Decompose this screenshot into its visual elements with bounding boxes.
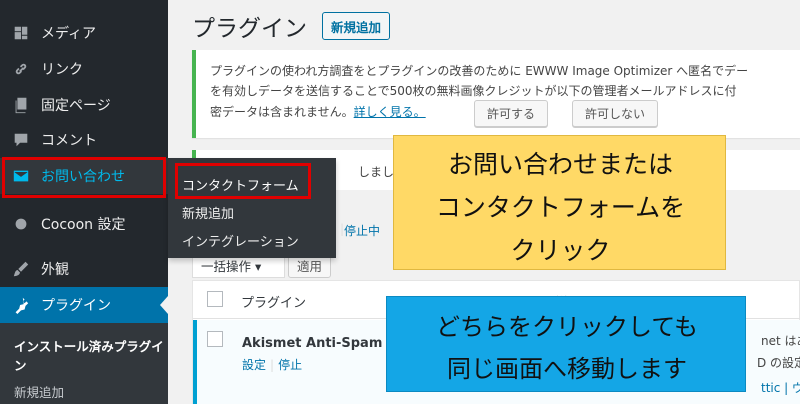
sidebar-item-pages[interactable]: 固定ページ xyxy=(0,87,168,123)
description-link[interactable]: ttic | ヴ xyxy=(761,379,800,396)
row-checkbox[interactable] xyxy=(207,331,223,347)
filter-inactive-link[interactable]: 停止中 xyxy=(344,222,380,239)
sidebar-item-label: プラグイン xyxy=(41,298,111,314)
highlight-box-contact xyxy=(2,157,166,198)
paintbrush-icon xyxy=(10,258,32,280)
flyout-item-integration[interactable]: インテグレーション xyxy=(182,231,299,250)
sidebar-item-comments[interactable]: コメント xyxy=(0,122,168,158)
circle-icon xyxy=(10,213,32,235)
ewww-notice: プラグインの使われ方調査をとプラグインの改善のために EWWW Image Op… xyxy=(192,50,800,138)
plugin-icon xyxy=(10,294,32,316)
sidebar-item-label: メディア xyxy=(41,26,97,42)
link-icon xyxy=(10,58,32,80)
sidebar-item-label: Cocoon 設定 xyxy=(41,217,126,233)
description-text: D の設定は xyxy=(757,356,800,370)
sidebar-item-label: 外観 xyxy=(41,262,69,278)
plugins-submenu: インストール済みプラグイン 新規追加 xyxy=(0,323,168,404)
callout-line: クリック xyxy=(510,236,611,265)
instruction-callout-yellow: お問い合わせまたは コンタクトフォームを クリック xyxy=(393,135,726,270)
notice-text-line: プラグインの使われ方調査をとプラグインの改善のために EWWW Image Op… xyxy=(210,64,749,78)
notice-text-line: 密データは含まれません。詳しく見る。 xyxy=(210,103,426,120)
comment-icon xyxy=(10,129,32,151)
learn-more-link[interactable]: 詳しく見る。 xyxy=(354,105,426,119)
sidebar-item-cocoon[interactable]: Cocoon 設定 xyxy=(0,206,168,242)
plugin-name: Akismet Anti-Spam (ア xyxy=(242,336,406,351)
row-actions: 設定 | 停止 xyxy=(242,356,302,373)
sidebar-item-label: リンク xyxy=(41,62,83,78)
sidebar-item-media[interactable]: メディア xyxy=(0,15,168,51)
pages-icon xyxy=(10,94,32,116)
sidebar-item-links[interactable]: リンク xyxy=(0,51,168,87)
notice-text: 密データは含まれません。 xyxy=(210,105,354,119)
column-header-plugin[interactable]: プラグイン xyxy=(241,292,306,311)
action-separator: | xyxy=(270,358,275,372)
instruction-callout-blue: どちらをクリックしても 同じ画面へ移動します xyxy=(386,296,746,392)
callout-line: どちらをクリックしても xyxy=(435,313,699,341)
callout-line: お問い合わせまたは xyxy=(447,150,673,179)
callout-line: コンタクトフォームを xyxy=(435,193,686,222)
deny-button[interactable]: 許可しない xyxy=(572,100,659,127)
flyout-item-add-new[interactable]: 新規追加 xyxy=(182,203,234,222)
notice-text-line: を有効しデータを送信することで500枚の無料画像クレジットが以下の管理者メールア… xyxy=(210,84,737,98)
current-menu-arrow xyxy=(160,296,168,314)
add-new-plugin-button[interactable]: 新規追加 xyxy=(322,12,391,40)
allow-button[interactable]: 許可する xyxy=(474,100,549,127)
sidebar-item-appearance[interactable]: 外観 xyxy=(0,251,168,287)
sidebar-item-label: 固定ページ xyxy=(41,98,111,114)
page-title: プラグイン xyxy=(192,16,307,42)
submenu-add-new[interactable]: 新規追加 xyxy=(14,382,64,401)
deactivate-link[interactable]: 停止 xyxy=(278,358,302,372)
submenu-installed-plugins[interactable]: インストール済みプラグイン xyxy=(14,337,164,375)
admin-sidebar: メディア リンク 固定ページ コメント お問い合わせ Cocoon 設定 外観 … xyxy=(0,0,168,404)
media-icon xyxy=(10,22,32,44)
description-text: net はあ xyxy=(761,334,800,348)
callout-line: 同じ画面へ移動します xyxy=(447,355,687,383)
select-all-checkbox[interactable] xyxy=(207,291,223,307)
sidebar-item-plugins[interactable]: プラグイン xyxy=(0,287,168,323)
highlight-box-contact-form xyxy=(175,163,311,199)
settings-link[interactable]: 設定 xyxy=(242,358,266,372)
sidebar-item-label: コメント xyxy=(41,133,97,149)
